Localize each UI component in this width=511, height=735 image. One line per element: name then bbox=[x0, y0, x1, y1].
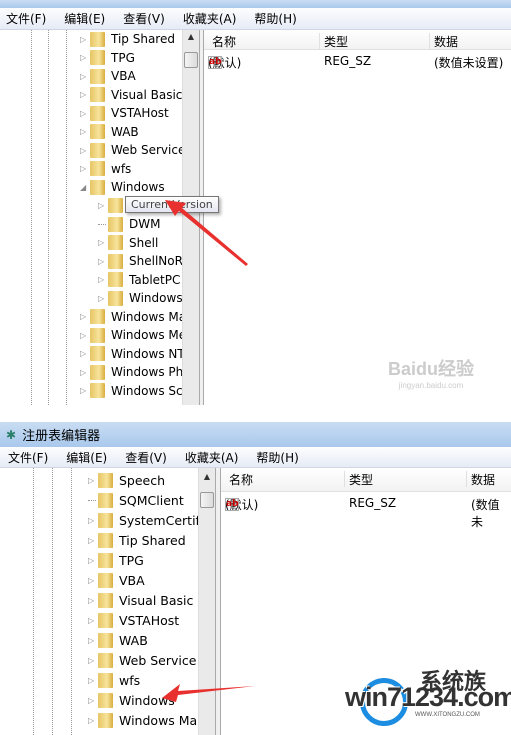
watermark-logo: Baidu经验 bbox=[388, 359, 475, 379]
baidu-watermark: Baidu经验 jingyan.baidu.com bbox=[388, 355, 474, 390]
bottom-screenshot: ✱ 注册表编辑器 文件(F) 编辑(E) 查看(V) 收藏夹(A) 帮助(H) ▷ Spe… bbox=[0, 420, 511, 735]
arrow-shape bbox=[162, 684, 255, 702]
watermark-url: jingyan.baidu.com bbox=[398, 381, 464, 390]
watermark-sub: 系统族 bbox=[420, 669, 487, 694]
red-arrow bbox=[165, 200, 248, 266]
arrow-shape bbox=[165, 200, 248, 266]
top-screenshot: 文件(F) 编辑(E) 查看(V) 收藏夹(A) 帮助(H) ▷ Tip Shared ▷ T… bbox=[0, 0, 511, 405]
watermark-url: WWW.XITONGZU.COM bbox=[415, 712, 480, 718]
win7-watermark: win71234.com 系统族 WWW.XITONGZU.COM bbox=[345, 669, 511, 726]
